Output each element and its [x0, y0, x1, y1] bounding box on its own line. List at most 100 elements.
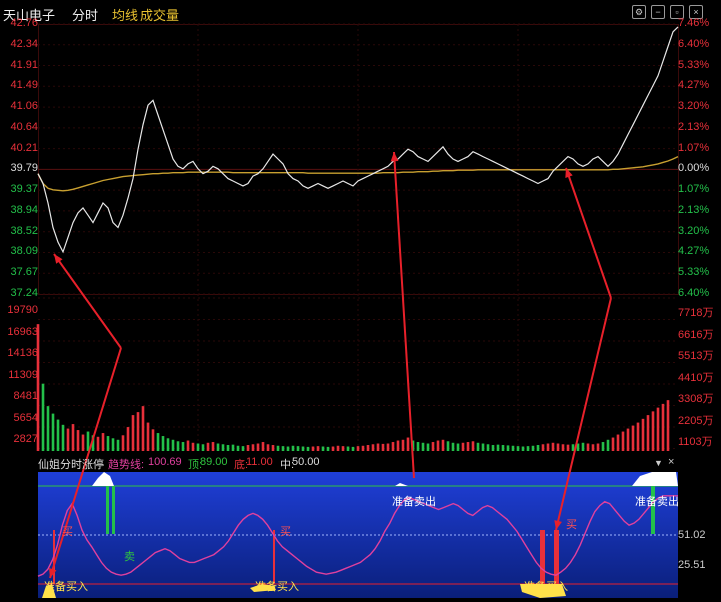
volume-bar [441, 439, 445, 451]
volume-bar [426, 443, 430, 451]
volume-bar [496, 444, 500, 451]
volume-bar [101, 433, 105, 451]
volume-tick-right: 4410万 [678, 371, 714, 384]
volume-bar [516, 446, 520, 451]
volume-bar [281, 446, 285, 451]
volume-tick-left: 16963 [7, 325, 38, 338]
percent-tick-right: 5.33% [678, 266, 710, 279]
volume-bar [41, 383, 45, 451]
volume-bar [356, 446, 360, 451]
volume-bar [241, 446, 245, 451]
volume-bar [551, 442, 555, 451]
volume-bar [146, 422, 150, 451]
price-tick-left: 41.91 [10, 58, 38, 71]
volume-bar [456, 443, 460, 451]
volume-bar [271, 445, 275, 451]
volume-bar [536, 445, 540, 451]
bottom-value: 11.00 [246, 456, 273, 468]
signal-prepare-buy-2: 准备买入 [255, 581, 299, 593]
signal-prepare-buy-1: 准备买入 [44, 581, 88, 593]
red-signal-bar [273, 530, 275, 584]
volume-tick-left: 14136 [7, 347, 38, 359]
indicator-dropdown-icon[interactable]: ▼ [654, 458, 663, 468]
volume-bar [301, 446, 305, 451]
volume-bar [471, 441, 475, 451]
percent-tick-right: 0.00% [678, 162, 710, 175]
trend-label: 趋势线: [108, 459, 145, 471]
volume-bar [326, 446, 330, 451]
volume-bar [191, 442, 195, 451]
volume-bar [481, 443, 485, 451]
red-signal-bar [540, 530, 545, 584]
volume-bar [651, 411, 655, 451]
volume-bar [361, 445, 365, 451]
volume-bar [46, 406, 50, 451]
volume-bar [506, 445, 510, 451]
volume-tick-right: 3308万 [678, 393, 714, 405]
green-signal-bar [112, 486, 115, 534]
price-grid [38, 23, 678, 452]
volume-bar [246, 445, 250, 451]
percent-tick-right: 3.20% [678, 224, 710, 237]
volume-bar [371, 444, 375, 451]
volume-bar [156, 433, 160, 451]
volume-bar [151, 429, 155, 451]
volume-bar [561, 444, 565, 451]
volume-bar [291, 445, 295, 451]
volume-bar [126, 427, 130, 451]
volume-bar [611, 437, 615, 451]
annotation-arrow-line [393, 151, 415, 479]
volume-bar [251, 444, 255, 451]
volume-bar [106, 436, 110, 451]
volume-bar [36, 324, 40, 451]
volume-bar [306, 446, 310, 451]
volume-bar [616, 434, 620, 451]
indicator-name[interactable]: 仙姐分时涨停 [38, 456, 104, 472]
volume-bar [521, 446, 525, 451]
volume-bar [276, 445, 280, 451]
indicator-close-icon[interactable]: × [668, 456, 674, 468]
volume-bar [136, 412, 140, 451]
volume-tick-right: 7718万 [678, 307, 714, 319]
volume-bar [226, 445, 230, 451]
signal-prepare-sell-1: 准备卖出 [392, 496, 436, 508]
price-tick-left: 42.76 [10, 17, 38, 29]
annotation-arrow-head [390, 152, 399, 162]
volume-tick-left: 19790 [7, 304, 38, 316]
volume-bar [661, 403, 665, 451]
trend-value: 100.69 [148, 456, 182, 468]
volume-tick-right: 5513万 [678, 350, 714, 362]
volume-bar [216, 443, 220, 451]
volume-bar [416, 442, 420, 451]
volume-bar [76, 430, 80, 451]
volume-bar [541, 444, 545, 451]
volume-bar [51, 413, 55, 451]
volume-bar [391, 442, 395, 451]
volume-bar [231, 444, 235, 451]
volume-bar [511, 445, 515, 451]
volume-bar [341, 446, 345, 451]
signal-buy-1: 买 [62, 526, 73, 538]
volume-bar [656, 407, 660, 451]
volume-bar [646, 415, 650, 451]
volume-bar [641, 418, 645, 451]
volume-bar [61, 424, 65, 451]
price-tick-left: 41.49 [10, 79, 38, 92]
volume-bar [211, 442, 215, 451]
volume-bar [566, 444, 570, 451]
volume-bar [56, 419, 60, 451]
price-tick-left: 40.64 [10, 120, 38, 133]
volume-tick-left: 8481 [13, 390, 38, 402]
volume-bar [266, 444, 270, 451]
percent-tick-right: 7.46% [678, 17, 710, 29]
volume-bar [596, 443, 600, 451]
top-value: 89.00 [200, 456, 228, 468]
annotation-arrow-line [565, 167, 612, 299]
volume-bar [256, 443, 260, 451]
volume-bar [196, 443, 200, 451]
volume-bar [81, 434, 85, 451]
volume-bar [176, 441, 180, 451]
price-tick-left: 37.24 [10, 287, 38, 299]
intraday-chart[interactable] [0, 0, 721, 602]
volume-bar [236, 445, 240, 451]
